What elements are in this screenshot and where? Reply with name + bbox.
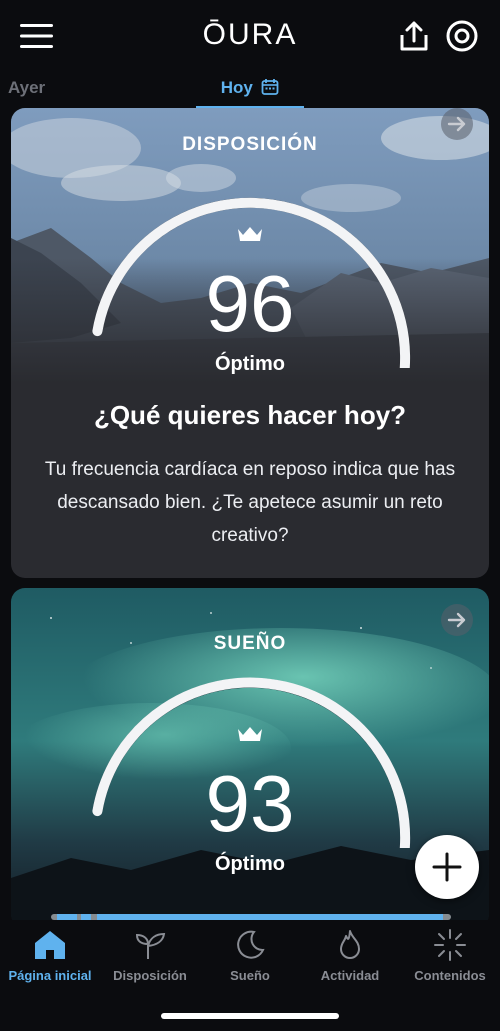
tab-ayer[interactable]: Ayer bbox=[8, 78, 45, 98]
sleep-title: SUEÑO bbox=[213, 633, 287, 654]
crown-icon bbox=[238, 227, 262, 241]
add-button[interactable] bbox=[415, 835, 479, 899]
nav-activity[interactable]: Actividad bbox=[300, 928, 400, 983]
nav-home[interactable]: Página inicial bbox=[0, 928, 100, 983]
flame-icon bbox=[340, 930, 360, 959]
home-icon bbox=[35, 931, 65, 959]
nav-sleep-label: Sueño bbox=[230, 968, 270, 983]
crown-icon bbox=[238, 727, 262, 741]
readiness-title: DISPOSICIÓN bbox=[182, 134, 318, 155]
sprout-icon bbox=[135, 932, 166, 959]
nav-sleep[interactable]: Sueño bbox=[200, 928, 300, 983]
readiness-message: Tu frecuencia cardíaca en reposo indica … bbox=[44, 459, 456, 546]
readiness-card[interactable]: DISPOSICIÓN 96 Óptimo ¿Qué quieres hacer… bbox=[11, 108, 489, 578]
sleep-open-button[interactable] bbox=[441, 604, 473, 636]
tab-ayer-label: Ayer bbox=[8, 78, 46, 97]
tab-hoy[interactable]: Hoy bbox=[196, 70, 304, 108]
readiness-status: Óptimo bbox=[215, 353, 285, 375]
day-tabs: Ayer Hoy bbox=[0, 70, 500, 108]
nav-readiness[interactable]: Disposición bbox=[100, 928, 200, 983]
home-indicator bbox=[161, 1013, 339, 1019]
tab-hoy-label: Hoy bbox=[220, 78, 253, 97]
nav-activity-label: Actividad bbox=[320, 968, 380, 983]
calendar-icon bbox=[261, 79, 279, 95]
plus-icon bbox=[432, 852, 462, 882]
nav-content-label: Contenidos bbox=[414, 968, 486, 983]
share-icon[interactable] bbox=[396, 18, 432, 54]
app-header: ŌURA bbox=[0, 0, 500, 72]
arrow-right-icon bbox=[447, 612, 466, 628]
nav-readiness-label: Disposición bbox=[113, 968, 187, 983]
nav-content[interactable]: Contenidos bbox=[400, 928, 500, 983]
sparkle-icon bbox=[434, 929, 466, 961]
nav-home-label: Página inicial bbox=[8, 968, 92, 983]
readiness-score: 96 bbox=[205, 259, 295, 348]
readiness-headline: ¿Qué quieres hacer hoy? bbox=[93, 400, 407, 430]
ring-icon[interactable] bbox=[444, 18, 480, 54]
moon-icon bbox=[237, 930, 265, 959]
